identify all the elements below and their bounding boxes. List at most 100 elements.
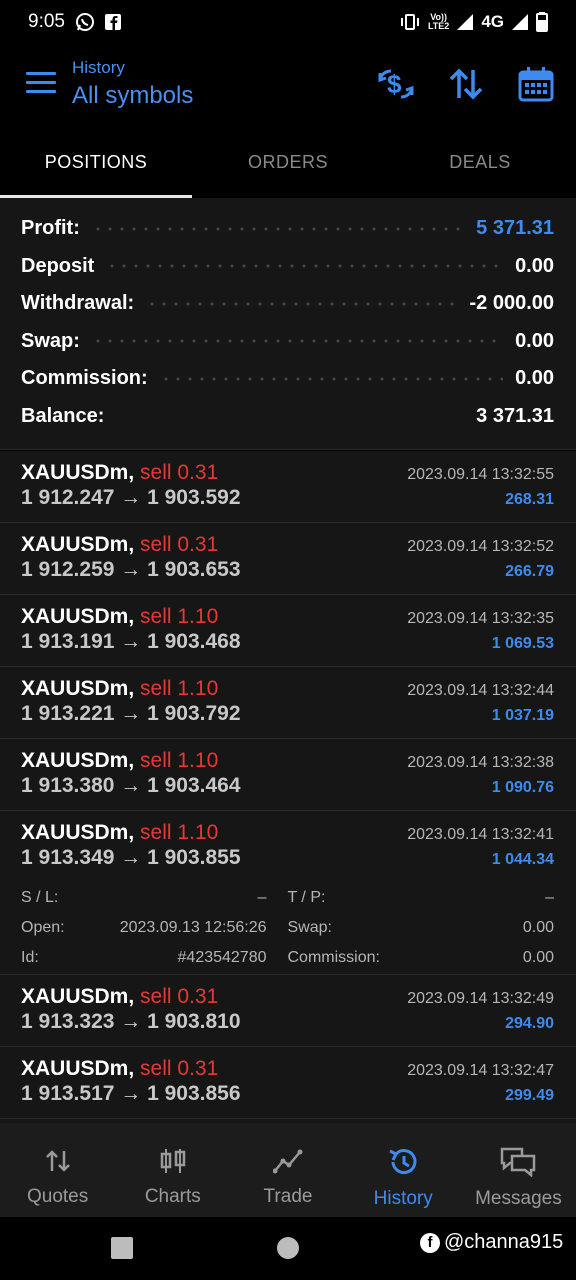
- title-block[interactable]: History All symbols: [72, 58, 193, 110]
- deal-symbol: XAUUSDm,: [21, 461, 135, 484]
- list-item-expanded[interactable]: XAUUSDm, sell 1.10 1 913.349 → 1 903.855…: [0, 811, 576, 975]
- list-item[interactable]: XAUUSDm, sell 0.31 1 912.259 → 1 903.653…: [0, 523, 576, 595]
- home-button[interactable]: [277, 1237, 299, 1259]
- deal-time: 2023.09.14 13:32:47: [407, 1062, 554, 1079]
- deal-details: S / L: – T / P: – Open: 2023.09.13 12:56:26…: [21, 883, 554, 973]
- deal-prices: 1 913.349 → 1 903.855: [21, 846, 241, 869]
- summary-label: Withdrawal:: [21, 292, 135, 315]
- tab-orders[interactable]: ORDERS: [192, 130, 384, 198]
- trade-icon: [272, 1147, 303, 1180]
- deal-symbol: XAUUSDm,: [21, 533, 135, 556]
- deal-symbol: XAUUSDm,: [21, 677, 135, 700]
- app-bar: History All symbols $: [0, 44, 576, 130]
- deal-profit: 299.49: [505, 1087, 554, 1104]
- dotted-leader: [106, 263, 504, 270]
- nav-label: Messages: [475, 1188, 562, 1209]
- tp-label: T / P:: [287, 889, 326, 906]
- messages-icon: [500, 1147, 536, 1182]
- list-item[interactable]: XAUUSDm, sell 1.10 1 913.221 → 1 903.792…: [0, 667, 576, 739]
- deal-profit: 1 069.53: [491, 635, 554, 652]
- summary-panel: Profit: 5 371.31 Deposit 0.00 Withdrawal…: [0, 198, 576, 450]
- battery-icon: [536, 12, 548, 32]
- commission-value: 0.00: [522, 949, 554, 966]
- charts-icon: [159, 1147, 187, 1180]
- summary-value: 0.00: [515, 254, 554, 277]
- calendar-icon[interactable]: [516, 64, 556, 104]
- status-time: 9:05: [28, 11, 65, 32]
- swap-label: Swap:: [287, 919, 332, 936]
- list-item[interactable]: XAUUSDm, sell 1.10 1 913.191 → 1 903.468…: [0, 595, 576, 667]
- summary-value: 5 371.31: [476, 217, 554, 240]
- nav-trade[interactable]: Trade: [230, 1123, 345, 1217]
- list-item[interactable]: XAUUSDm, sell 0.31 1 912.247 → 1 903.592…: [0, 451, 576, 523]
- signal-icon: [457, 14, 474, 30]
- deal-profit: 268.31: [505, 491, 554, 508]
- summary-row-swap: Swap: 0.00: [21, 323, 554, 361]
- summary-label: Profit:: [21, 217, 80, 240]
- deal-time: 2023.09.14 13:32:38: [407, 754, 554, 771]
- deal-prices: 1 913.221 → 1 903.792: [21, 702, 241, 725]
- deal-time: 2023.09.14 13:32:49: [407, 990, 554, 1007]
- nav-charts[interactable]: Charts: [115, 1123, 230, 1217]
- deal-symbol: XAUUSDm,: [21, 749, 135, 772]
- deal-side: sell 1.10: [140, 821, 219, 844]
- deal-prices: 1 913.191 → 1 903.468: [21, 630, 241, 653]
- signal-icon-2: [512, 14, 528, 30]
- deal-side: sell 1.10: [140, 605, 219, 628]
- list-item[interactable]: XAUUSDm, sell 0.31 1 913.517 → 1 903.856…: [0, 1047, 576, 1119]
- deal-profit: 1 044.34: [491, 851, 554, 868]
- sort-icon[interactable]: [446, 64, 486, 104]
- deals-list[interactable]: XAUUSDm, sell 0.31 1 912.247 → 1 903.592…: [0, 451, 576, 1123]
- deal-prices: 1 913.517 → 1 903.856: [21, 1082, 241, 1105]
- nav-history[interactable]: History: [346, 1123, 461, 1217]
- facebook-logo-icon: f: [420, 1232, 440, 1253]
- summary-row-profit: Profit: 5 371.31: [21, 210, 554, 248]
- nav-label: Charts: [144, 1186, 201, 1207]
- nav-label: Trade: [263, 1186, 313, 1207]
- deal-prices: 1 912.259 → 1 903.653: [21, 558, 241, 581]
- nav-label: Quotes: [26, 1186, 89, 1207]
- summary-label: Commission:: [21, 367, 148, 390]
- deal-time: 2023.09.14 13:32:52: [407, 538, 554, 555]
- summary-label: Deposit: [21, 254, 95, 277]
- dotted-leader: [91, 338, 504, 345]
- network-type: 4G: [481, 12, 504, 31]
- tab-deals[interactable]: DEALS: [384, 130, 576, 198]
- dotted-leader: [146, 300, 458, 307]
- summary-row-commission: Commission: 0.00: [21, 360, 554, 398]
- deal-side: sell 0.31: [140, 1057, 219, 1080]
- deal-prices: 1 913.323 → 1 903.810: [21, 1010, 241, 1033]
- dotted-leader: [116, 413, 464, 419]
- list-item[interactable]: XAUUSDm, sell 1.10 1 913.380 → 1 903.464…: [0, 739, 576, 811]
- deal-profit: 294.90: [505, 1015, 554, 1032]
- id-label: Id:: [21, 949, 39, 966]
- deal-symbol: XAUUSDm,: [21, 605, 135, 628]
- deal-time: 2023.09.14 13:32:41: [407, 826, 554, 843]
- nav-quotes[interactable]: Quotes: [0, 1123, 115, 1217]
- deal-prices: 1 912.247 → 1 903.592: [21, 486, 241, 509]
- sl-label: S / L:: [21, 889, 59, 906]
- deal-side: sell 0.31: [140, 533, 219, 556]
- nav-label: History: [373, 1188, 433, 1209]
- commission-label: Commission:: [287, 949, 380, 966]
- summary-value: 0.00: [515, 329, 554, 352]
- deal-time: 2023.09.14 13:32:44: [407, 682, 554, 699]
- tab-positions[interactable]: POSITIONS: [0, 130, 192, 198]
- deal-prices: 1 913.380 → 1 903.464: [21, 774, 241, 797]
- list-item[interactable]: XAUUSDm, sell 0.31 1 913.323 → 1 903.810…: [0, 975, 576, 1047]
- tab-bar: POSITIONS ORDERS DEALS: [0, 130, 576, 198]
- deal-symbol: XAUUSDm,: [21, 1057, 135, 1080]
- vibrate-icon: [400, 12, 420, 32]
- dotted-leader: [159, 375, 504, 382]
- id-value: #423542780: [177, 949, 267, 966]
- summary-row-deposit: Deposit 0.00: [21, 248, 554, 286]
- menu-icon[interactable]: [26, 72, 56, 96]
- svg-text:$: $: [387, 69, 402, 99]
- summary-value: 0.00: [515, 367, 554, 390]
- deal-profit: 1 090.76: [491, 779, 554, 796]
- history-icon: [387, 1147, 419, 1182]
- nav-messages[interactable]: Messages: [461, 1123, 576, 1217]
- dotted-leader: [91, 225, 465, 232]
- currency-exchange-icon[interactable]: $: [376, 64, 416, 104]
- recents-button[interactable]: [111, 1237, 133, 1259]
